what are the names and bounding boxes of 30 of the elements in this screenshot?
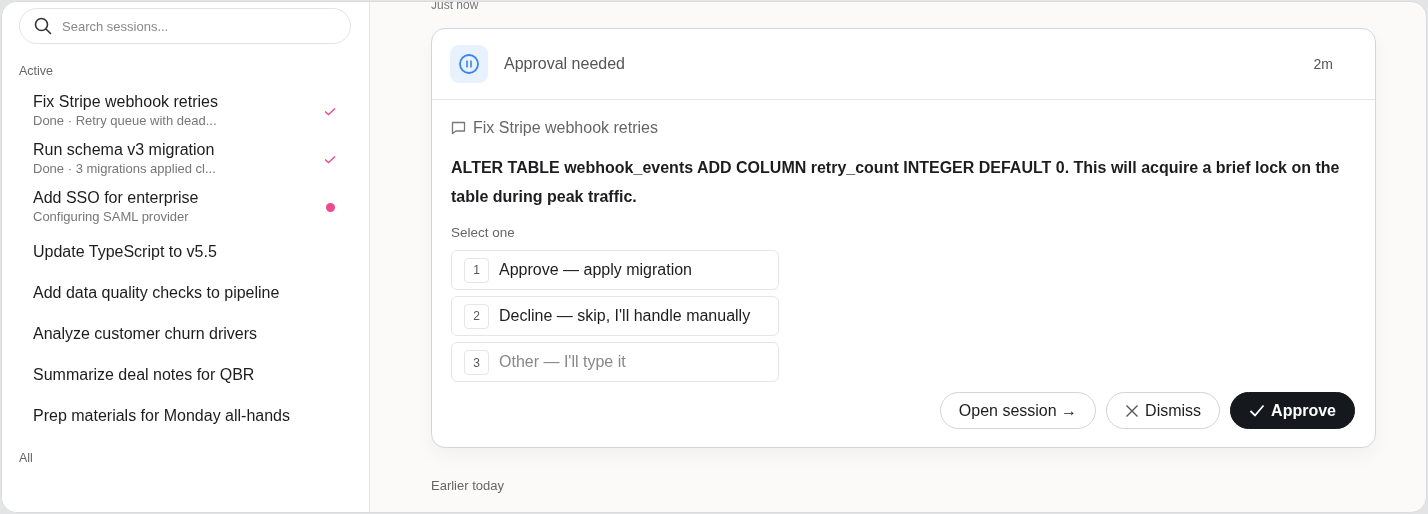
check-icon [1249, 404, 1266, 417]
chat-icon [451, 121, 466, 135]
search-icon [34, 17, 52, 35]
search-field[interactable]: Search sessions... [19, 8, 351, 44]
option-button[interactable]: 1 Approve — apply migration [451, 250, 779, 290]
approve-button[interactable]: Approve [1230, 392, 1355, 429]
time-group-label: Earlier today [431, 478, 505, 493]
pause-icon [450, 45, 488, 83]
session-item[interactable]: Prep materials for Monday all-hands [19, 394, 351, 435]
session-item[interactable]: Fix Stripe webhook retries Done · Retry queue with dead... [19, 86, 351, 134]
elapsed-time: 2m [1313, 56, 1333, 72]
card-title: Approval needed [504, 55, 626, 73]
session-item[interactable]: Update TypeScript to v5.5 [19, 230, 351, 271]
dismiss-button[interactable]: Dismiss [1106, 392, 1221, 429]
session-item[interactable]: Analyze customer churn drivers [19, 312, 351, 353]
session-name: Fix Stripe webhook retries [473, 119, 658, 137]
close-icon [1125, 403, 1140, 418]
session-item[interactable]: Add SSO for enterprise Configuring SAML provider [19, 182, 351, 230]
open-session-button[interactable]: Open session → [939, 392, 1097, 429]
session-item[interactable]: Run schema v3 migration Done · 3 migrations applied cl... [19, 134, 351, 182]
check-icon [324, 154, 336, 164]
option-button[interactable]: 2 Decline — skip, I'll handle manually [451, 296, 779, 336]
section-label: All [19, 451, 34, 465]
session-item[interactable]: Add data quality checks to pipeline [19, 271, 351, 312]
message-text: ALTER TABLE webhook_events ADD COLUMN retry_count INTEGER DEFAULT 0. This will acquire a brief lock on the table during peak traffic. [451, 158, 1341, 207]
status-dot [326, 202, 335, 212]
check-icon [324, 106, 336, 116]
section-label: Active [19, 64, 55, 78]
session-item[interactable]: Summarize deal notes for QBR [19, 353, 351, 394]
prompt-label: Select one [451, 225, 516, 240]
